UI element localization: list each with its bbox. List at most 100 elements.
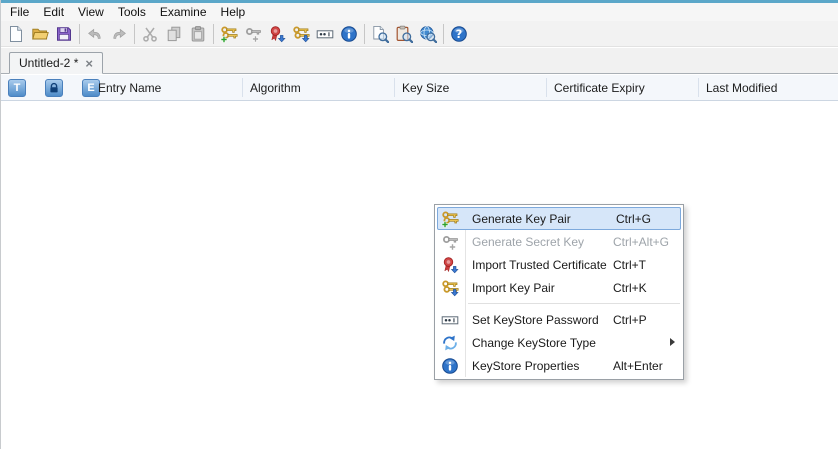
generate-secret-key-icon <box>441 233 459 251</box>
toolbar: ? <box>1 21 838 47</box>
menubar-item-file[interactable]: File <box>3 3 36 21</box>
menu-item-label: Set KeyStore Password <box>472 313 599 327</box>
toolbar-open-keystore-button[interactable] <box>28 22 52 46</box>
paste-icon <box>189 25 207 43</box>
toolbar-paste-button <box>186 22 210 46</box>
toolbar-undo-button <box>83 22 107 46</box>
menu-item-label: Change KeyStore Type <box>472 336 596 350</box>
keystore-properties-icon <box>340 25 358 43</box>
import-trusted-certificate-icon <box>268 25 286 43</box>
menubar-item-view[interactable]: View <box>71 3 111 21</box>
toolbar-separator <box>134 24 135 44</box>
menu-item-shortcut: Ctrl+T <box>613 258 646 272</box>
header-type-column-icon[interactable]: T <box>8 79 26 97</box>
toolbar-separator <box>213 24 214 44</box>
toolbar-separator <box>443 24 444 44</box>
change-keystore-type-icon <box>441 334 459 352</box>
menu-item-change-keystore-type[interactable]: Change KeyStore Type <box>435 331 683 354</box>
generate-secret-key-icon <box>244 25 262 43</box>
menubar-item-tools[interactable]: Tools <box>111 3 153 21</box>
menu-item-label: Import Key Pair <box>472 281 555 295</box>
menu-item-keystore-properties[interactable]: KeyStore Properties Alt+Enter <box>435 354 683 377</box>
context-menu: Generate Key Pair Ctrl+G Generate Secret K… <box>434 204 684 380</box>
keystore-content-area[interactable]: T E Entry Name Algorithm Key Size Certificate… <box>1 75 838 449</box>
context-menu-separator <box>435 299 683 308</box>
menu-item-shortcut: Ctrl+P <box>613 313 647 327</box>
menu-item-label: Generate Key Pair <box>472 212 571 226</box>
menu-item-label: Import Trusted Certificate <box>472 258 607 272</box>
header-lock-status-column-icon[interactable] <box>45 79 63 97</box>
toolbar-cut-button <box>138 22 162 46</box>
toolbar-import-key-pair-button[interactable] <box>289 22 313 46</box>
copy-icon <box>165 25 183 43</box>
import-trusted-certificate-icon <box>441 256 459 274</box>
examine-clipboard-icon <box>395 25 413 43</box>
keystore-explorer-window: FileEditViewToolsExamineHelp ? Untitled-… <box>0 0 838 449</box>
header-column-separator <box>698 78 699 97</box>
header-column-separator <box>546 78 547 97</box>
toolbar-generate-key-pair-button[interactable] <box>217 22 241 46</box>
menu-item-shortcut: Ctrl+G <box>616 212 651 226</box>
toolbar-examine-file-button[interactable] <box>368 22 392 46</box>
menubar: FileEditViewToolsExamineHelp <box>1 3 838 21</box>
header-column-algorithm[interactable]: Algorithm <box>250 75 301 101</box>
header-column-separator <box>242 78 243 97</box>
submenu-arrow-icon <box>670 338 675 346</box>
import-key-pair-icon <box>292 25 310 43</box>
set-keystore-password-icon <box>441 311 459 329</box>
menu-item-import-trusted-certificate[interactable]: Import Trusted Certificate Ctrl+T <box>435 253 683 276</box>
toolbar-keystore-properties-button[interactable] <box>337 22 361 46</box>
toolbar-set-keystore-password-button[interactable] <box>313 22 337 46</box>
menu-item-shortcut: Ctrl+K <box>613 281 647 295</box>
svg-text:?: ? <box>456 27 463 41</box>
toolbar-generate-secret-key-button[interactable] <box>241 22 265 46</box>
menu-item-generate-secret-key: Generate Secret Key Ctrl+Alt+G <box>435 230 683 253</box>
toolbar-separator <box>79 24 80 44</box>
close-icon[interactable]: × <box>85 57 93 70</box>
toolbar-save-keystore-button[interactable] <box>52 22 76 46</box>
examine-ssl-icon <box>419 25 437 43</box>
menu-item-label: KeyStore Properties <box>472 359 579 373</box>
menubar-item-edit[interactable]: Edit <box>36 3 71 21</box>
toolbar-examine-ssl-button[interactable] <box>416 22 440 46</box>
header-column-separator <box>394 78 395 97</box>
table-body[interactable] <box>1 101 838 449</box>
help-icon: ? <box>450 25 468 43</box>
cut-icon <box>141 25 159 43</box>
header-icon-glyph: T <box>14 82 21 94</box>
import-key-pair-icon <box>441 279 459 297</box>
toolbar-help-button[interactable]: ? <box>447 22 471 46</box>
menu-item-generate-key-pair[interactable]: Generate Key Pair Ctrl+G <box>437 207 681 230</box>
toolbar-import-trusted-certificate-button[interactable] <box>265 22 289 46</box>
header-column-entry-name[interactable]: Entry Name <box>98 75 161 101</box>
toolbar-new-keystore-button[interactable] <box>4 22 28 46</box>
tab-bar: Untitled-2 * × <box>1 48 838 74</box>
set-keystore-password-icon <box>316 25 334 43</box>
menu-item-shortcut: Ctrl+Alt+G <box>613 235 669 249</box>
toolbar-separator <box>364 24 365 44</box>
menu-item-set-keystore-password[interactable]: Set KeyStore Password Ctrl+P <box>435 308 683 331</box>
undo-icon <box>86 25 104 43</box>
tab-label: Untitled-2 * <box>19 56 78 70</box>
new-document-icon <box>7 25 25 43</box>
toolbar-examine-clipboard-button[interactable] <box>392 22 416 46</box>
header-column-certificate-expiry[interactable]: Certificate Expiry <box>554 75 645 101</box>
generate-key-pair-icon <box>220 25 238 43</box>
menubar-item-examine[interactable]: Examine <box>153 3 214 21</box>
keystore-properties-icon <box>441 357 459 375</box>
header-column-last-modified[interactable]: Last Modified <box>706 75 777 101</box>
header-column-key-size[interactable]: Key Size <box>402 75 449 101</box>
menu-item-import-key-pair[interactable]: Import Key Pair Ctrl+K <box>435 276 683 299</box>
save-icon <box>55 25 73 43</box>
table-header: T E Entry Name Algorithm Key Size Certificate… <box>1 75 838 101</box>
menu-item-shortcut: Alt+Enter <box>613 359 663 373</box>
open-folder-icon <box>31 25 49 43</box>
menubar-item-help[interactable]: Help <box>214 3 253 21</box>
toolbar-copy-button <box>162 22 186 46</box>
menu-item-label: Generate Secret Key <box>472 235 584 249</box>
examine-file-icon <box>371 25 389 43</box>
tab-untitled-2[interactable]: Untitled-2 * × <box>9 52 103 74</box>
generate-key-pair-icon <box>441 210 459 228</box>
redo-icon <box>110 25 128 43</box>
header-icon-glyph: E <box>87 82 94 94</box>
